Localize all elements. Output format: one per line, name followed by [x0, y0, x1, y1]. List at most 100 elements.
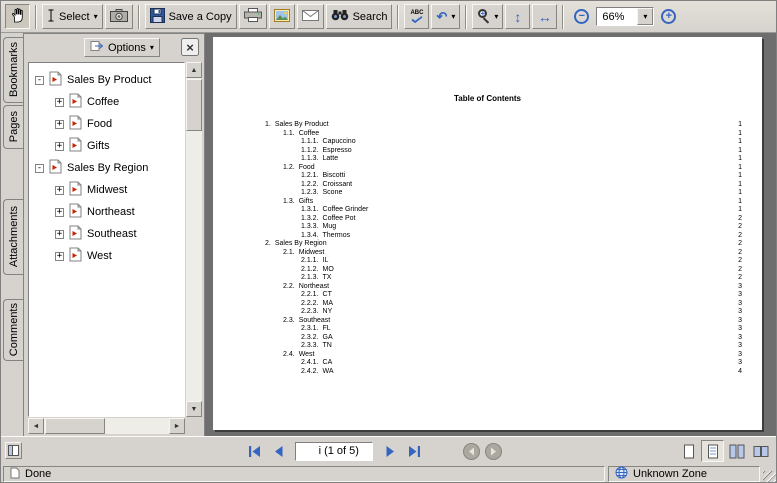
next-view-button[interactable] — [485, 443, 502, 460]
toc-entry[interactable]: 2.2.2. MA 3 — [213, 300, 762, 309]
expand-toggle[interactable] — [55, 142, 64, 151]
first-page-button[interactable] — [243, 440, 265, 462]
expand-toggle[interactable] — [35, 76, 44, 85]
toc-entry[interactable]: 2.1.1. IL 2 — [213, 257, 762, 266]
previous-view-button[interactable] — [463, 443, 480, 460]
toc-entry[interactable]: 1.3.3. Mug 2 — [213, 223, 762, 232]
toc-entry[interactable]: 1.2.2. Croissant 1 — [213, 181, 762, 190]
toc-entry[interactable]: 1.1.3. Latte 1 — [213, 155, 762, 164]
bookmark-item[interactable]: Midwest — [31, 179, 182, 201]
zoom-in-button[interactable]: + — [656, 4, 681, 29]
toc-entry[interactable]: 2.4. West 3 — [213, 351, 762, 360]
chevron-down-icon[interactable]: ▾ — [94, 13, 98, 21]
bookmark-label[interactable]: Gifts — [87, 140, 110, 152]
toc-entry[interactable]: 2. Sales By Region 2 — [213, 240, 762, 249]
picture-tasks-button[interactable] — [269, 4, 295, 29]
zoom-level-combo[interactable]: 66% ▾ — [596, 7, 654, 26]
toc-entry[interactable]: 1.2.1. Biscotti 1 — [213, 172, 762, 181]
bookmark-label[interactable]: Southeast — [87, 228, 137, 240]
email-button[interactable] — [297, 4, 324, 29]
toc-entry[interactable]: 1.3.1. Coffee Grinder 1 — [213, 206, 762, 215]
tab-bookmarks[interactable]: Bookmarks — [3, 37, 23, 103]
toc-entry[interactable]: 2.3.1. FL 3 — [213, 325, 762, 334]
bookmark-label[interactable]: Northeast — [87, 206, 135, 218]
expand-toggle[interactable] — [55, 120, 64, 129]
options-button[interactable]: Options ▾ — [84, 38, 160, 57]
print-button[interactable] — [239, 4, 267, 29]
bookmark-label[interactable]: Food — [87, 118, 112, 130]
chevron-down-icon[interactable]: ▾ — [494, 13, 498, 21]
bookmark-item[interactable]: Gifts — [31, 135, 182, 157]
bookmark-label[interactable]: West — [87, 250, 112, 262]
nav-pane-toggle-button[interactable] — [5, 442, 22, 459]
expand-toggle[interactable] — [55, 98, 64, 107]
bookmarks-horizontal-scrollbar[interactable]: ◄ ► — [28, 418, 185, 434]
save-a-copy-button[interactable]: Save a Copy — [145, 4, 237, 29]
fit-width-button[interactable]: ↔ — [532, 4, 557, 29]
toc-entry[interactable]: 2.3. Southeast 3 — [213, 317, 762, 326]
toc-entry[interactable]: 2.4.1. CA 3 — [213, 359, 762, 368]
continuous-layout-button[interactable] — [701, 440, 724, 462]
search-button[interactable]: Search — [326, 4, 393, 29]
bookmarks-vertical-scrollbar[interactable]: ▲ ▼ — [186, 62, 202, 417]
close-panel-button[interactable]: × — [181, 38, 199, 56]
tab-pages[interactable]: Pages — [3, 105, 23, 149]
toc-entry[interactable]: 1.3. Gifts 1 — [213, 198, 762, 207]
resize-grip[interactable] — [763, 471, 776, 483]
zoom-tool-button[interactable]: + ▾ — [472, 4, 503, 29]
snapshot-tool-button[interactable] — [105, 4, 133, 29]
previous-page-button[interactable] — [267, 440, 289, 462]
toc-entry[interactable]: 1.1. Coffee 1 — [213, 130, 762, 139]
scroll-left-button[interactable]: ◄ — [28, 418, 44, 434]
tab-comments[interactable]: Comments — [3, 299, 23, 361]
bookmark-item[interactable]: Coffee — [31, 91, 182, 113]
scroll-up-button[interactable]: ▲ — [186, 62, 202, 78]
spellcheck-button[interactable]: ABC — [404, 4, 429, 29]
toc-entry[interactable]: 2.2.3. NY 3 — [213, 308, 762, 317]
toc-entry[interactable]: 2.1.2. MO 2 — [213, 266, 762, 275]
bookmark-item[interactable]: Southeast — [31, 223, 182, 245]
toc-entry[interactable]: 1. Sales By Product 1 — [213, 121, 762, 130]
scroll-thumb[interactable] — [186, 79, 202, 131]
hand-tool-button[interactable] — [5, 4, 30, 29]
expand-toggle[interactable] — [55, 186, 64, 195]
toc-entry[interactable]: 2.1. Midwest 2 — [213, 249, 762, 258]
toc-entry[interactable]: 2.3.2. GA 3 — [213, 334, 762, 343]
expand-toggle[interactable] — [35, 164, 44, 173]
zoom-combo-arrow-button[interactable]: ▾ — [637, 8, 653, 25]
toc-entry[interactable]: 2.4.2. WA 4 — [213, 368, 762, 377]
expand-toggle[interactable] — [55, 230, 64, 239]
facing-layout-button[interactable] — [749, 440, 772, 462]
document-area[interactable]: Table of Contents 1. Sales By Product 1 — [205, 33, 777, 436]
select-tool-button[interactable]: Select ▾ — [42, 4, 103, 29]
fit-page-button[interactable]: ↕ — [505, 4, 530, 29]
bookmark-label[interactable]: Sales By Region — [67, 162, 148, 174]
bookmark-label[interactable]: Sales By Product — [67, 74, 151, 86]
page-number-input[interactable] — [309, 445, 321, 457]
toc-entry[interactable]: 1.3.4. Thermos 2 — [213, 232, 762, 241]
bookmark-item[interactable]: Sales By Region — [31, 157, 182, 179]
tab-attachments[interactable]: Attachments — [3, 199, 23, 275]
bookmark-item[interactable]: Northeast — [31, 201, 182, 223]
toc-entry[interactable]: 2.3.3. TN 3 — [213, 342, 762, 351]
bookmark-item[interactable]: Sales By Product — [31, 69, 182, 91]
scroll-thumb[interactable] — [45, 418, 105, 434]
single-page-layout-button[interactable] — [677, 440, 700, 462]
toc-entry[interactable]: 1.1.1. Capuccino 1 — [213, 138, 762, 147]
toc-entry[interactable]: 2.2.1. CT 3 — [213, 291, 762, 300]
zoom-out-button[interactable]: − — [569, 4, 594, 29]
undo-dropdown-button[interactable]: ↶ ▾ — [431, 4, 460, 29]
bookmark-item[interactable]: Food — [31, 113, 182, 135]
toc-entry[interactable]: 1.2.3. Scone 1 — [213, 189, 762, 198]
scroll-right-button[interactable]: ► — [169, 418, 185, 434]
chevron-down-icon[interactable]: ▾ — [451, 13, 455, 21]
toc-entry[interactable]: 2.1.3. TX 2 — [213, 274, 762, 283]
continuous-facing-layout-button[interactable] — [725, 440, 748, 462]
expand-toggle[interactable] — [55, 208, 64, 217]
toc-entry[interactable]: 2.2. Northeast 3 — [213, 283, 762, 292]
next-page-button[interactable] — [379, 440, 401, 462]
toc-entry[interactable]: 1.2. Food 1 — [213, 164, 762, 173]
bookmark-label[interactable]: Coffee — [87, 96, 119, 108]
expand-toggle[interactable] — [55, 252, 64, 261]
bookmark-label[interactable]: Midwest — [87, 184, 127, 196]
